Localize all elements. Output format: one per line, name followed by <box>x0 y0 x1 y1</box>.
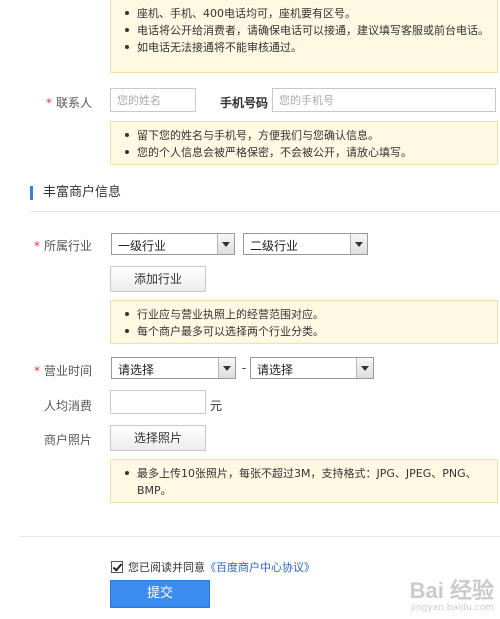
phone-tip-item: 座机、手机、400电话均可，座机要有区号。 <box>111 5 497 22</box>
hours-end-select[interactable]: 请选择 <box>250 357 374 379</box>
industry-label-text: 所属行业 <box>43 239 92 253</box>
choose-photo-button[interactable]: 选择照片 <box>110 425 206 451</box>
section-divider <box>30 211 500 212</box>
watermark-logo: Bai 经验 jingyan.baidu.com <box>410 573 494 613</box>
industry-level1-select[interactable]: 一级行业 <box>111 233 235 255</box>
chevron-down-icon[interactable] <box>217 234 234 254</box>
agreement-text: 您已阅读并同意 <box>128 561 205 574</box>
footer-divider <box>20 536 500 537</box>
hours-start-select[interactable]: 请选择 <box>111 357 236 379</box>
phone-tip-item: 电话将公开给消费者，请确保电话可以接通，建议填写客服或前台电话。 <box>111 22 497 39</box>
required-mark: * <box>45 96 52 110</box>
agreement-link[interactable]: 《百度商户中心协议》 <box>205 561 315 574</box>
hours-label-text: 营业时间 <box>43 364 92 378</box>
chevron-down-icon[interactable] <box>218 358 235 378</box>
add-industry-button[interactable]: 添加行业 <box>110 266 206 292</box>
contact-label-text: 联系人 <box>55 96 92 110</box>
phone-tips-box: 座机、手机、400电话均可，座机要有区号。 电话将公开给消费者，请确保电话可以接… <box>110 0 498 73</box>
section-title: 丰富商户信息 <box>30 186 121 200</box>
avg-spend-label: 人均消费 <box>43 399 92 413</box>
contact-tip-item: 留下您的姓名与手机号，方便我们与您确认信息。 <box>111 127 497 144</box>
required-mark: * <box>33 239 40 253</box>
submit-button[interactable]: 提交 <box>110 580 210 608</box>
industry-level2-select[interactable]: 二级行业 <box>243 233 368 255</box>
industry-tip-item: 行业应与营业执照上的经营范围对应。 <box>111 306 497 323</box>
phone-label: 手机号码 <box>219 96 268 110</box>
phone-input[interactable] <box>272 88 496 112</box>
required-mark: * <box>33 364 40 378</box>
contact-tips-box: 留下您的姓名与手机号，方便我们与您确认信息。 您的个人信息会被严格保密，不会被公… <box>110 121 498 165</box>
contact-name-input[interactable] <box>110 88 196 112</box>
industry-level1-value: 一级行业 <box>118 239 167 253</box>
hours-label: * 营业时间 <box>12 362 92 379</box>
watermark-sub: jingyan.baidu.com <box>410 603 494 613</box>
agreement-text-wrap: 您已阅读并同意《百度商户中心协议》 <box>128 561 315 574</box>
hours-end-value: 请选择 <box>257 363 294 377</box>
avg-spend-unit: 元 <box>210 399 223 413</box>
contact-tip-item: 您的个人信息会被严格保密，不会被公开，请放心填写。 <box>111 144 497 161</box>
chevron-down-icon[interactable] <box>356 358 373 378</box>
photo-label: 商户照片 <box>43 433 92 447</box>
industry-tips-box: 行业应与营业执照上的经营范围对应。 每个商户最多可以选择两个行业分类。 <box>110 300 498 344</box>
contact-label: * 联系人 <box>12 94 92 111</box>
hours-start-value: 请选择 <box>118 363 155 377</box>
agreement-checkbox[interactable] <box>111 561 123 573</box>
industry-label: * 所属行业 <box>12 237 92 254</box>
watermark-main: Bai 经验 <box>409 578 494 603</box>
avg-spend-input[interactable] <box>110 390 206 414</box>
industry-tip-item: 每个商户最多可以选择两个行业分类。 <box>111 323 497 340</box>
industry-level2-value: 二级行业 <box>250 239 299 253</box>
photo-tips-box: 最多上传10张照片，每张不超过3M，支持格式：JPG、JPEG、PNG、BMP。 <box>110 459 498 503</box>
hours-separator: - <box>241 361 247 375</box>
photo-tip-item: 最多上传10张照片，每张不超过3M，支持格式：JPG、JPEG、PNG、BMP。 <box>111 465 497 499</box>
chevron-down-icon[interactable] <box>350 234 367 254</box>
phone-tip-item: 如电话无法接通将不能审核通过。 <box>111 39 497 56</box>
